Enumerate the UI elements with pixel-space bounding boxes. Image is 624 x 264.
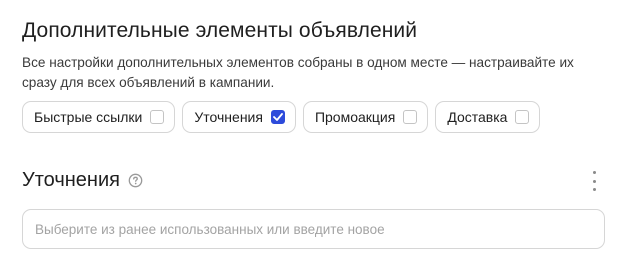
checkbox-unchecked-icon[interactable]: [403, 110, 418, 124]
kebab-dot: [592, 188, 596, 191]
kebab-menu-icon[interactable]: [588, 171, 600, 191]
chip-label: Доставка: [447, 109, 508, 125]
chip-delivery[interactable]: Доставка: [435, 101, 541, 133]
chip-quick-links[interactable]: Быстрые ссылки: [22, 101, 176, 133]
checkbox-checked-icon[interactable]: [270, 110, 285, 124]
chip-label: Уточнения: [194, 109, 263, 125]
chip-label: Промоакция: [314, 109, 396, 125]
subsection-title: Уточнения: [22, 169, 143, 192]
question-circle-icon[interactable]: [128, 173, 143, 188]
kebab-dot: [592, 171, 596, 174]
section-title: Дополнительные элементы объявлений: [22, 19, 418, 42]
checkbox-unchecked-icon[interactable]: [150, 110, 165, 124]
subsection-title-text: Уточнения: [22, 169, 120, 191]
section-description: Все настройки дополнительных элементов с…: [22, 55, 574, 90]
clarification-input-box[interactable]: [22, 209, 605, 249]
chip-clarifications[interactable]: Уточнения: [182, 101, 296, 133]
extension-filter-chips: Быстрые ссылки Уточнения Промоакция Дост…: [22, 101, 541, 133]
checkbox-unchecked-icon[interactable]: [515, 110, 530, 124]
chip-label: Быстрые ссылки: [34, 109, 143, 125]
kebab-dot: [592, 179, 596, 183]
clarification-input[interactable]: [23, 210, 604, 248]
chip-promo[interactable]: Промоакция: [302, 101, 429, 133]
